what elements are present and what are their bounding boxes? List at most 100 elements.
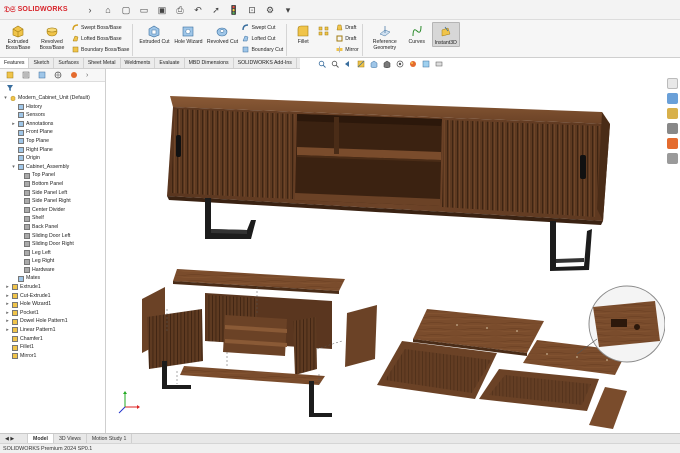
curves-button[interactable]: Curves: [404, 22, 430, 45]
tree-item[interactable]: Fillet1: [3, 343, 105, 352]
tree-item[interactable]: Sliding Door Right: [3, 240, 105, 249]
tab-sheet-metal[interactable]: Sheet Metal: [84, 58, 121, 68]
expand-icon[interactable]: ▸: [5, 326, 10, 335]
expand-icon[interactable]: ▸: [5, 300, 10, 309]
exploded-view[interactable]: [118, 269, 377, 417]
chevron-down-icon[interactable]: ▾: [282, 4, 294, 16]
extruded-cut-button[interactable]: Extruded Cut: [138, 22, 170, 45]
new-document-icon[interactable]: ▢: [120, 4, 132, 16]
shell-button[interactable]: Draft: [336, 35, 359, 42]
expand-icon[interactable]: ▾: [11, 163, 16, 172]
cabinet-assembled[interactable]: [167, 96, 610, 271]
tree-item[interactable]: Back Panel: [3, 223, 105, 232]
expand-icon[interactable]: ▸: [5, 292, 10, 301]
tree-item[interactable]: Front Plane: [3, 128, 105, 137]
tree-item[interactable]: ▸ Hole Wizard1: [3, 300, 105, 309]
tree-item[interactable]: Mirror1: [3, 352, 105, 361]
rebuild-icon[interactable]: 🚦: [228, 4, 240, 16]
solidworks-logo[interactable]: 𝔇𝔖 SOLIDWORKS: [4, 5, 72, 15]
bottom-nav-arrows[interactable]: ◀ ▶: [0, 433, 28, 444]
options-icon[interactable]: ⊡: [246, 4, 258, 16]
feature-tree-tab-icon[interactable]: [6, 71, 14, 79]
tree-item[interactable]: ▾ Cabinet_Assembly: [3, 163, 105, 172]
custom-properties-icon[interactable]: [666, 153, 678, 164]
display-manager-tab-icon[interactable]: [70, 71, 78, 79]
boundary-cut-button[interactable]: Boundary Cut: [242, 46, 283, 53]
tree-item[interactable]: Sliding Door Left: [3, 232, 105, 241]
draft-button[interactable]: Draft: [336, 24, 359, 31]
tree-item[interactable]: Side Panel Left: [3, 189, 105, 198]
view-orientation-icon[interactable]: [370, 60, 378, 68]
hide-show-icon[interactable]: [396, 60, 404, 68]
property-manager-tab-icon[interactable]: [22, 71, 30, 79]
instant3d-button[interactable]: Instant3D: [431, 22, 460, 47]
tab-model[interactable]: Model: [28, 433, 54, 444]
expand-icon[interactable]: ▸: [5, 309, 10, 318]
tree-item[interactable]: Center Divider: [3, 206, 105, 215]
tab-features[interactable]: Features: [0, 58, 30, 68]
tree-filter[interactable]: [0, 82, 105, 94]
linear-pattern-button[interactable]: [316, 22, 332, 39]
swept-cut-button[interactable]: Swept Cut: [242, 24, 283, 31]
tree-item[interactable]: Right Plane: [3, 146, 105, 155]
tree-item[interactable]: Origin: [3, 154, 105, 163]
tree-item[interactable]: Side Panel Right: [3, 197, 105, 206]
swept-boss-button[interactable]: Swept Boss/Base: [72, 24, 129, 31]
dimxpert-tab-icon[interactable]: [54, 71, 62, 79]
tab-mbd-dimensions[interactable]: MBD Dimensions: [185, 58, 234, 68]
previous-view-icon[interactable]: [344, 60, 352, 68]
tab-addins[interactable]: SOLIDWORKS Add-Ins: [234, 58, 297, 68]
tree-item[interactable]: Chamfer1: [3, 335, 105, 344]
tree-item[interactable]: ▸ Linear Pattern1: [3, 326, 105, 335]
tab-weldments[interactable]: Weldments: [121, 58, 156, 68]
print-icon[interactable]: ⎙: [174, 4, 186, 16]
file-explorer-icon[interactable]: [666, 123, 678, 134]
tab-sketch[interactable]: Sketch: [29, 58, 55, 68]
select-icon[interactable]: ➚: [210, 4, 222, 16]
boundary-boss-button[interactable]: Boundary Boss/Base: [72, 46, 129, 53]
tab-evaluate[interactable]: Evaluate: [155, 58, 185, 68]
tree-item[interactable]: Hardware: [3, 266, 105, 275]
revolved-boss-button[interactable]: Revolved Boss/Base: [36, 22, 68, 51]
configuration-manager-tab-icon[interactable]: [38, 71, 46, 79]
revolved-cut-button[interactable]: Revolved Cut: [206, 22, 238, 45]
tree-item[interactable]: Shelf: [3, 214, 105, 223]
apply-scene-icon[interactable]: [422, 60, 430, 68]
tree-root[interactable]: ▾ Modern_Cabinet_Unit (Default): [3, 94, 105, 103]
undo-icon[interactable]: ↶: [192, 4, 204, 16]
expand-icon[interactable]: ▾: [3, 94, 8, 103]
home-icon[interactable]: ⌂: [102, 4, 114, 16]
hole-wizard-button[interactable]: Hole Wizard: [172, 22, 204, 45]
zoom-area-icon[interactable]: [331, 60, 339, 68]
edit-appearance-icon[interactable]: [409, 60, 417, 68]
home-icon[interactable]: [666, 78, 678, 89]
appearances-icon[interactable]: [666, 138, 678, 149]
panel-forward-icon[interactable]: ›: [86, 72, 88, 79]
expand-icon[interactable]: ▸: [5, 317, 10, 326]
tree-item[interactable]: ▸ Pocket1: [3, 309, 105, 318]
expand-icon[interactable]: ▸: [5, 283, 10, 292]
lofted-boss-button[interactable]: Lofted Boss/Base: [72, 35, 129, 42]
extruded-boss-button[interactable]: Extruded Boss/Base: [2, 22, 34, 51]
tree-item[interactable]: Mates: [3, 274, 105, 283]
display-style-icon[interactable]: [383, 60, 391, 68]
design-library-icon[interactable]: [666, 108, 678, 119]
gear-icon[interactable]: ⚙: [264, 4, 276, 16]
tree-item[interactable]: History: [3, 103, 105, 112]
flat-panels[interactable]: [377, 285, 665, 429]
resources-icon[interactable]: [666, 93, 678, 104]
zoom-to-fit-icon[interactable]: [318, 60, 326, 68]
tree-item[interactable]: ▸ Dowel Hole Pattern1: [3, 317, 105, 326]
reference-geometry-button[interactable]: Reference Geometry: [368, 22, 402, 51]
chevron-right-icon[interactable]: ›: [84, 4, 96, 16]
tab-surfaces[interactable]: Surfaces: [54, 58, 84, 68]
tab-motion-study[interactable]: Motion Study 1: [87, 433, 133, 444]
tree-item[interactable]: Sensors: [3, 111, 105, 120]
tree-item[interactable]: Top Plane: [3, 137, 105, 146]
tree-item[interactable]: Top Panel: [3, 171, 105, 180]
save-icon[interactable]: ▣: [156, 4, 168, 16]
view-settings-icon[interactable]: [435, 60, 443, 68]
open-folder-icon[interactable]: ▭: [138, 4, 150, 16]
graphics-area[interactable]: [107, 69, 665, 433]
section-view-icon[interactable]: [357, 60, 365, 68]
